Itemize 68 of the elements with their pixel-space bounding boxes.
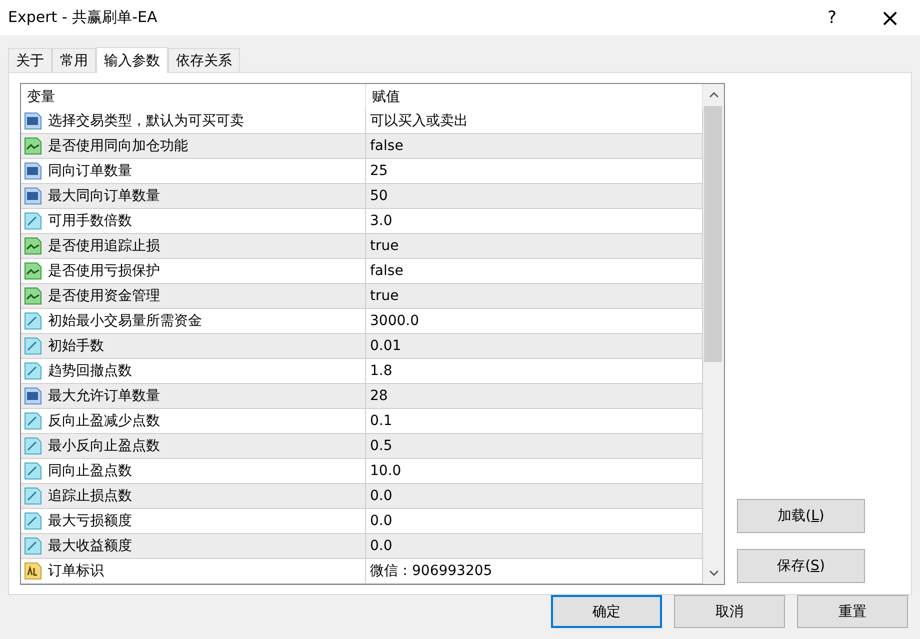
parameter-name: 最大同向订单数量 (48, 187, 160, 205)
caret-up-icon (708, 92, 718, 98)
number-type-icon (24, 212, 42, 230)
number-type-icon (24, 487, 42, 505)
tab[interactable]: 依存关系 (168, 48, 240, 72)
dialog-button[interactable]: 确定 (551, 595, 662, 628)
parameter-value[interactable]: true (366, 234, 703, 259)
parameter-name: 订单标识 (48, 562, 104, 580)
parameter-name: 追踪止损点数 (48, 487, 132, 505)
parameter-name: 初始最小交易量所需资金 (48, 312, 202, 330)
number-type-icon (24, 312, 42, 330)
parameter-value[interactable]: 50 (366, 184, 703, 209)
parameter-value[interactable]: true (366, 284, 703, 309)
dialog-button[interactable]: 重置 (797, 595, 908, 628)
parameter-value[interactable]: false (366, 259, 703, 284)
parameter-value[interactable]: 3.0 (366, 209, 703, 234)
parameter-value[interactable]: 0.01 (366, 334, 703, 359)
parameter-name: 最小反向止盈点数 (48, 437, 160, 455)
tab[interactable]: 输入参数 (96, 47, 168, 73)
window-title: Expert - 共赢刷单-EA (8, 8, 158, 27)
help-button[interactable]: ? (804, 0, 860, 35)
parameter-value[interactable]: 可以买入或卖出 (366, 109, 703, 134)
parameter-name: 趋势回撤点数 (48, 362, 132, 380)
parameter-value[interactable]: 微信：906993205 (366, 559, 703, 584)
parameter-value[interactable]: 0.0 (366, 534, 703, 559)
tab[interactable]: 常用 (52, 48, 96, 72)
parameter-name: 是否使用资金管理 (48, 287, 160, 305)
number-type-icon (24, 112, 42, 130)
parameter-name: 可用手数倍数 (48, 212, 132, 230)
parameter-name: 最大允许订单数量 (48, 387, 160, 405)
parameter-name: 同向止盈点数 (48, 462, 132, 480)
parameter-value[interactable]: 10.0 (366, 459, 703, 484)
parameter-value[interactable]: 0.5 (366, 434, 703, 459)
parameter-name: 选择交易类型，默认为可买可卖 (48, 112, 244, 130)
tab[interactable]: 关于 (8, 48, 52, 72)
parameter-value[interactable]: 0.0 (366, 484, 703, 509)
number-type-icon (24, 412, 42, 430)
parameter-name: 是否使用同向加仓功能 (48, 137, 188, 155)
number-type-icon (24, 537, 42, 555)
number-type-icon (24, 362, 42, 380)
parameter-name: 最大收益额度 (48, 537, 132, 555)
dialog-button[interactable]: 取消 (674, 595, 785, 628)
parameter-name: 是否使用亏损保护 (48, 262, 160, 280)
parameter-value[interactable]: 3000.0 (366, 309, 703, 334)
number-type-icon (24, 337, 42, 355)
dialog-button[interactable]: 加载(L) (737, 499, 865, 533)
parameter-value[interactable]: 0.1 (366, 409, 703, 434)
parameter-name: 最大亏损额度 (48, 512, 132, 530)
close-button[interactable]: × (860, 0, 920, 35)
number-type-icon (24, 162, 42, 180)
scrollbar-thumb[interactable] (704, 106, 722, 362)
text-type-icon (24, 562, 42, 580)
number-type-icon (24, 437, 42, 455)
parameter-value[interactable]: 0.0 (366, 509, 703, 534)
number-type-icon (24, 187, 42, 205)
number-type-icon (24, 387, 42, 405)
number-type-icon (24, 462, 42, 480)
parameter-value[interactable]: 28 (366, 384, 703, 409)
parameter-name: 反向止盈减少点数 (48, 412, 160, 430)
parameter-value[interactable]: false (366, 134, 703, 159)
dialog-button[interactable]: 保存(S) (737, 549, 865, 583)
caret-down-icon (708, 570, 718, 576)
parameter-value[interactable]: 25 (366, 159, 703, 184)
parameter-name: 是否使用追踪止损 (48, 237, 160, 255)
parameter-name: 同向订单数量 (48, 162, 132, 180)
parameter-value[interactable]: 1.8 (366, 359, 703, 384)
number-type-icon (24, 512, 42, 530)
parameter-name: 初始手数 (48, 337, 104, 355)
